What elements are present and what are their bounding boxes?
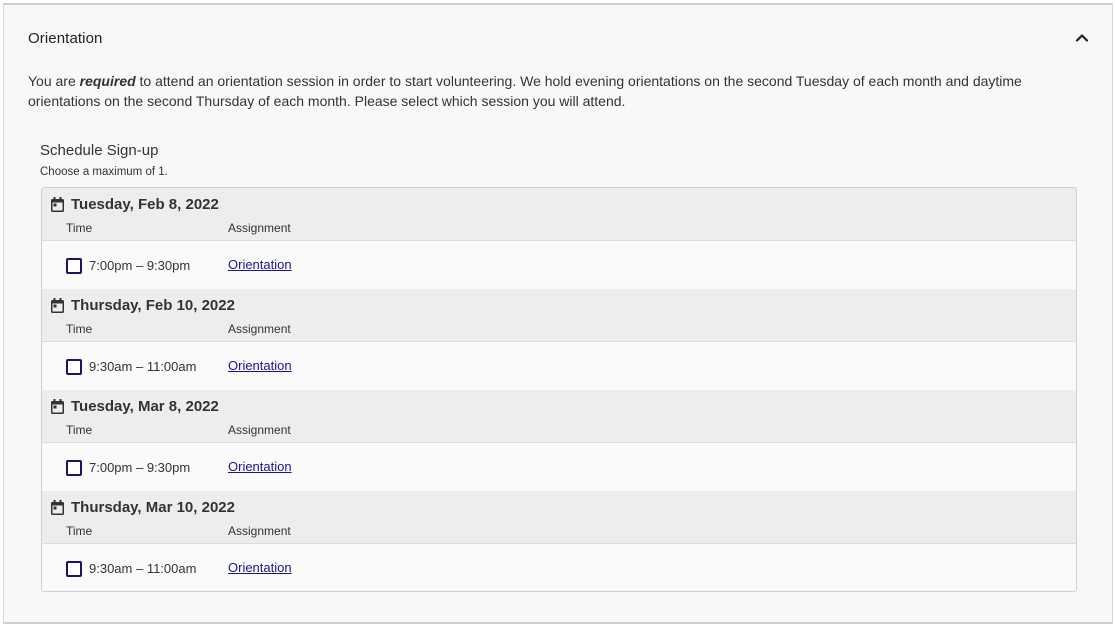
slot-checkbox[interactable] [66,561,82,577]
day-date: Tuesday, Mar 8, 2022 [71,398,219,415]
description-suffix: to attend an orientation session in orde… [28,73,1022,109]
assignment-link[interactable]: Orientation [228,257,292,272]
day-header: Tuesday, Feb 8, 2022 Time Assignment [42,188,1076,241]
day-date: Tuesday, Feb 8, 2022 [71,196,219,213]
day-header: Thursday, Mar 10, 2022 Time Assignment [42,491,1076,544]
day-group: Tuesday, Mar 8, 2022 Time Assignment 7:0… [42,390,1076,491]
calendar-icon [51,197,64,212]
calendar-icon [51,298,64,313]
slot-row: 9:30am – 11:00am Orientation [42,544,1076,591]
collapse-button[interactable] [1070,25,1094,49]
assignment-link[interactable]: Orientation [228,560,292,575]
assignment-column-header: Assignment [228,322,291,336]
slot-row: 7:00pm – 9:30pm Orientation [42,241,1076,289]
assignment-column-header: Assignment [228,221,291,235]
panel-header[interactable]: Orientation [4,5,1112,69]
day-header: Tuesday, Mar 8, 2022 Time Assignment [42,390,1076,443]
slot-row: 7:00pm – 9:30pm Orientation [42,443,1076,491]
panel-title: Orientation [28,30,103,47]
slot-checkbox[interactable] [66,460,82,476]
slot-checkbox[interactable] [66,258,82,274]
time-column-header: Time [66,524,93,538]
calendar-icon [51,399,64,414]
time-column-header: Time [66,423,93,437]
time-column-header: Time [66,322,93,336]
slot-checkbox[interactable] [66,359,82,375]
day-group: Tuesday, Feb 8, 2022 Time Assignment 7:0… [42,188,1076,289]
description-prefix: You are [28,73,80,89]
day-date: Thursday, Feb 10, 2022 [71,297,235,314]
description-emphasis: required [79,73,136,89]
assignment-column-header: Assignment [228,524,291,538]
assignment-link[interactable]: Orientation [228,358,292,373]
schedule-table: Tuesday, Feb 8, 2022 Time Assignment 7:0… [41,187,1077,592]
day-date: Thursday, Mar 10, 2022 [71,499,235,516]
orientation-panel: Orientation You are required to attend a… [3,3,1113,624]
day-group: Thursday, Feb 10, 2022 Time Assignment 9… [42,289,1076,390]
description-text: You are required to attend an orientatio… [28,71,1038,111]
assignment-link[interactable]: Orientation [228,459,292,474]
slot-time: 7:00pm – 9:30pm [89,258,191,273]
day-group: Thursday, Mar 10, 2022 Time Assignment 9… [42,491,1076,591]
slot-time: 7:00pm – 9:30pm [89,460,191,475]
slot-time: 9:30am – 11:00am [89,561,197,576]
assignment-column-header: Assignment [228,423,291,437]
calendar-icon [51,500,64,515]
time-column-header: Time [66,221,93,235]
chevron-up-icon [1075,33,1089,42]
day-header: Thursday, Feb 10, 2022 Time Assignment [42,289,1076,342]
slot-time: 9:30am – 11:00am [89,359,197,374]
slot-row: 9:30am – 11:00am Orientation [42,342,1076,390]
schedule-hint: Choose a maximum of 1. [40,166,168,178]
schedule-title: Schedule Sign-up [40,142,159,159]
